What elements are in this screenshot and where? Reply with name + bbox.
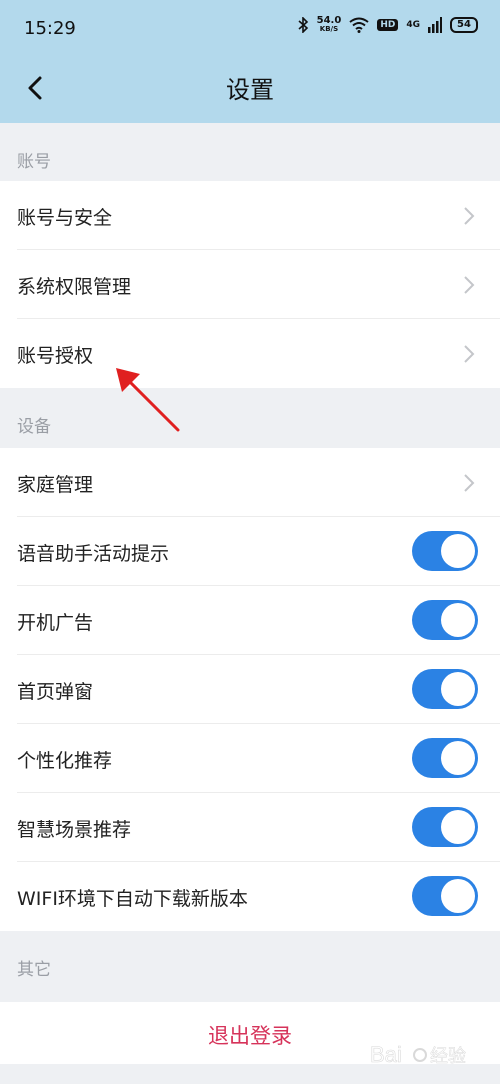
settings-item-family-management[interactable]: 家庭管理 <box>0 448 500 517</box>
section-header-device: 设备 <box>0 388 500 446</box>
network-speed-unit: KB/S <box>319 25 339 33</box>
settings-item-boot-ads: 开机广告 <box>0 586 500 655</box>
settings-item-label: 家庭管理 <box>17 474 94 496</box>
settings-item-label: 开机广告 <box>17 612 94 634</box>
settings-item-personalized-recommendation: 个性化推荐 <box>0 724 500 793</box>
toggle-switch[interactable] <box>412 531 478 571</box>
settings-item-label: 首页弹窗 <box>17 681 94 703</box>
settings-item-label: WIFI环境下自动下载新版本 <box>17 888 248 910</box>
status-icons: 54.0 KB/S HD 4G 54 <box>297 16 478 34</box>
svg-text:经验: 经验 <box>430 1046 466 1067</box>
settings-item-label: 个性化推荐 <box>17 750 113 772</box>
settings-item-system-permissions[interactable]: 系统权限管理 <box>0 250 500 319</box>
toggle-knob <box>441 534 475 568</box>
settings-item-account-authorization[interactable]: 账号授权 <box>0 319 500 388</box>
toggle-knob <box>441 672 475 706</box>
toggle-switch[interactable] <box>412 876 478 916</box>
bluetooth-icon <box>298 17 308 33</box>
settings-item-account-security[interactable]: 账号与安全 <box>0 181 500 250</box>
settings-item-label: 账号授权 <box>17 345 94 367</box>
navigation-bar: 设置 <box>0 60 500 123</box>
toggle-knob <box>441 810 475 844</box>
annotation-arrow-icon <box>116 368 180 432</box>
toggle-switch[interactable] <box>412 669 478 709</box>
section-header-label: 账号 <box>17 152 51 172</box>
toggle-switch[interactable] <box>412 807 478 847</box>
settings-item-smart-scene-recommendation: 智慧场景推荐 <box>0 793 500 862</box>
settings-item-label: 语音助手活动提示 <box>17 543 170 565</box>
settings-item-wifi-auto-download: WIFI环境下自动下载新版本 <box>0 862 500 931</box>
toggle-knob <box>441 603 475 637</box>
battery-icon: 54 <box>450 17 478 33</box>
settings-item-home-popup: 首页弹窗 <box>0 655 500 724</box>
toggle-knob <box>441 879 475 913</box>
status-time: 15:29 <box>24 18 76 39</box>
chevron-right-icon <box>464 474 475 492</box>
network-speed-value: 54.0 <box>316 15 342 26</box>
toggle-switch[interactable] <box>412 600 478 640</box>
settings-item-voice-assistant-tips: 语音助手活动提示 <box>0 517 500 586</box>
wifi-icon <box>349 17 369 33</box>
chevron-right-icon <box>464 276 475 294</box>
page-title: 设置 <box>226 76 274 104</box>
section-header-account: 账号 <box>0 123 500 181</box>
settings-item-label: 账号与安全 <box>17 207 113 229</box>
chevron-right-icon <box>464 207 475 225</box>
svg-text:Bai: Bai <box>370 1042 402 1067</box>
section-header-label: 其它 <box>17 960 51 980</box>
hd-badge: HD <box>377 19 399 31</box>
settings-item-label: 智慧场景推荐 <box>17 819 132 841</box>
network-type-label: 4G <box>406 20 420 30</box>
settings-item-label: 系统权限管理 <box>17 276 132 298</box>
section-header-label: 设备 <box>17 417 51 437</box>
signal-icon <box>428 17 442 33</box>
status-bar: 15:29 54.0 KB/S HD 4G 54 <box>0 0 500 60</box>
network-speed: 54.0 KB/S <box>317 16 342 34</box>
chevron-right-icon <box>464 345 475 363</box>
toggle-knob <box>441 741 475 775</box>
toggle-switch[interactable] <box>412 738 478 778</box>
watermark-logo: Bai 经验 <box>370 1042 467 1068</box>
section-header-other: 其它 <box>0 931 500 989</box>
